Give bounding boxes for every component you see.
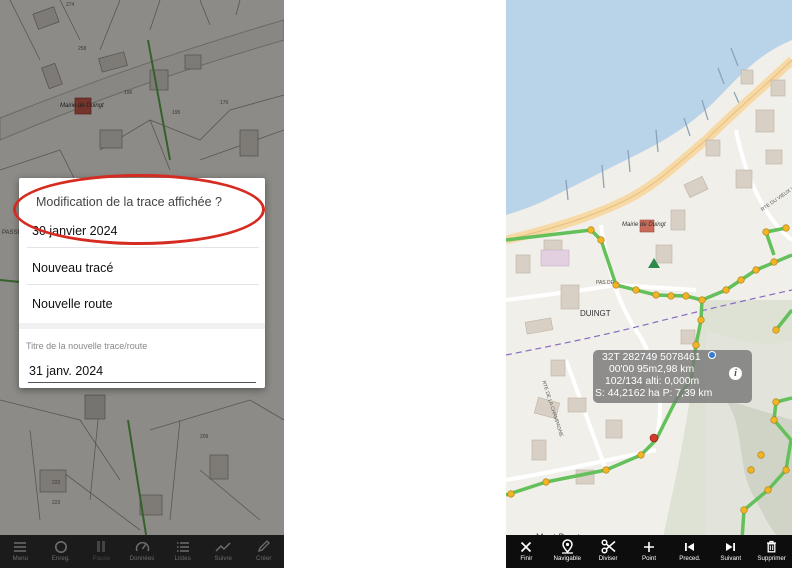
gauge-icon	[133, 538, 151, 555]
toolbar-label: Suivre	[214, 555, 232, 562]
toolbar-label: Preced.	[679, 555, 701, 562]
bottom-toolbar: Menu Enreg. Pause Données Listes Suivre …	[0, 535, 284, 568]
delete-button[interactable]: Supprimer	[751, 535, 792, 568]
hamburger-icon	[11, 538, 29, 555]
menu-button[interactable]: Menu	[0, 535, 41, 568]
highlight-ellipse-annotation	[13, 174, 265, 245]
trend-icon	[214, 538, 232, 555]
create-button[interactable]: Créer	[243, 535, 284, 568]
toolbar-label: Pause	[92, 555, 111, 562]
trash-icon	[763, 538, 781, 555]
next-button[interactable]: Suivant	[710, 535, 751, 568]
previous-button[interactable]: Preced.	[669, 535, 710, 568]
record-button[interactable]: Enreg.	[41, 535, 82, 568]
toolbar-label: Suivant	[720, 555, 742, 562]
follow-button[interactable]: Suivre	[203, 535, 244, 568]
scissors-icon	[599, 538, 617, 555]
left-phone-screen: Mairie de Duingt 274 258 196 195 170 209…	[0, 0, 284, 568]
lists-button[interactable]: Listes	[162, 535, 203, 568]
title-input-label: Titre de la nouvelle trace/route	[26, 341, 148, 351]
divider	[27, 284, 259, 285]
toolbar-label: Supprimer	[757, 555, 786, 562]
info-line-altitude: 102/134 alti: 0,000m	[605, 376, 700, 387]
pencil-icon	[255, 538, 273, 555]
add-point-button[interactable]: Point	[629, 535, 670, 568]
pause-button[interactable]: Pause	[81, 535, 122, 568]
toolbar-label: Finir	[520, 555, 533, 562]
track-info-box[interactable]: 32T 282749 5078461 00'00 95m2,98 km 102/…	[593, 350, 752, 403]
record-circle-icon	[52, 538, 70, 555]
edit-toolbar: Finir Navigable Diviser Point Preced. Su…	[506, 535, 792, 568]
toolbar-label: Listes	[174, 555, 191, 562]
right-phone-screen: Mairie de Duingt DUINGT PAS DE ... RTE D…	[506, 0, 792, 568]
plus-icon	[640, 538, 658, 555]
title-input[interactable]	[28, 361, 256, 383]
data-button[interactable]: Données	[122, 535, 163, 568]
map-poi-label: Mairie de Duingt	[622, 222, 666, 228]
info-line-coords: 32T 282749 5078461	[602, 352, 701, 363]
option-new-route[interactable]: Nouvelle route	[32, 297, 113, 311]
toolbar-label: Données	[129, 555, 155, 562]
split-button[interactable]: Diviser	[588, 535, 629, 568]
toolbar-label: Menu	[12, 555, 29, 562]
topo-map[interactable]	[506, 0, 792, 568]
toolbar-label: Créer	[256, 555, 272, 562]
skip-previous-icon	[681, 538, 699, 555]
info-line-time-distance: 00'00 95m2,98 km	[609, 364, 695, 375]
town-label: DUINGT	[580, 309, 611, 318]
road-label: PAS DE ...	[596, 280, 620, 286]
option-new-track[interactable]: Nouveau tracé	[32, 261, 113, 275]
toolbar-label: Enreg.	[51, 555, 70, 562]
navigable-button[interactable]: Navigable	[547, 535, 588, 568]
close-x-icon	[517, 538, 535, 555]
info-line-surface: S: 44,2162 ha P: 7,39 km	[595, 388, 713, 399]
pause-icon	[92, 538, 110, 555]
list-icon	[174, 538, 192, 555]
toolbar-label: Diviser	[598, 555, 618, 562]
finish-button[interactable]: Finir	[506, 535, 547, 568]
dialog-section-gap	[19, 323, 265, 329]
toolbar-label: Point	[641, 555, 657, 562]
skip-next-icon	[722, 538, 740, 555]
toolbar-label: Navigable	[553, 555, 582, 562]
position-dot	[708, 351, 716, 359]
divider	[27, 247, 259, 248]
info-icon[interactable]: i	[729, 367, 742, 380]
location-pin-icon	[558, 538, 576, 555]
